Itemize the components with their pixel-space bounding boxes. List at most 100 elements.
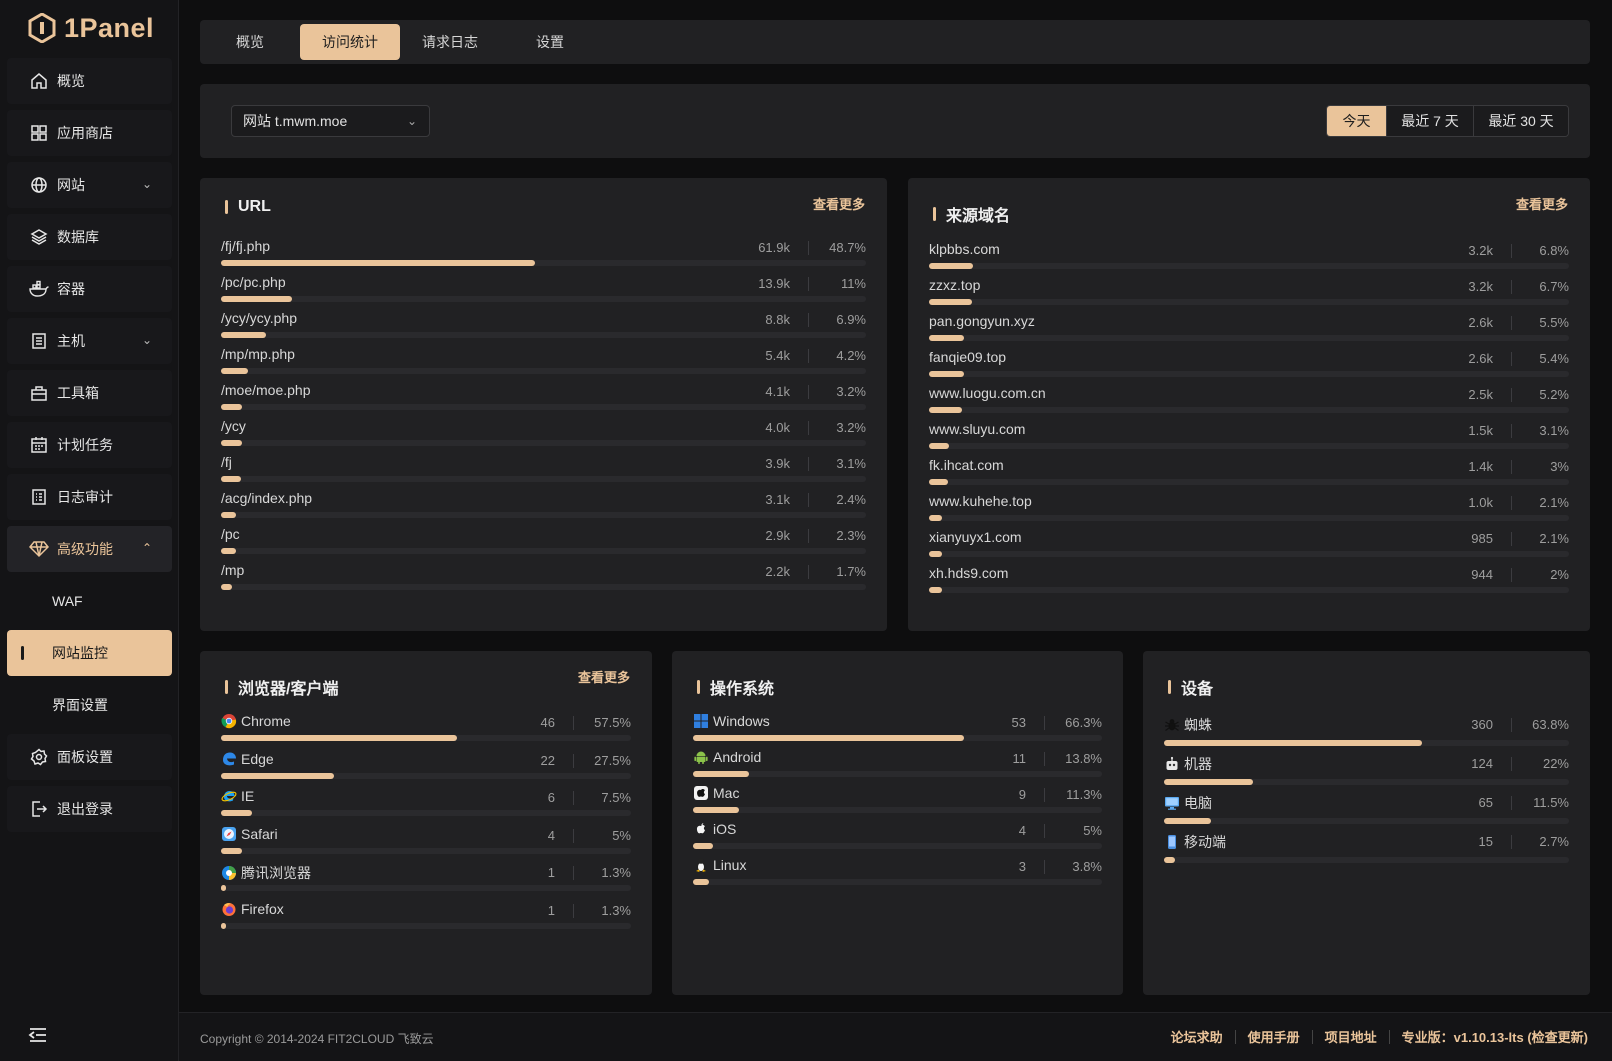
stat-row[interactable]: www.kuhehe.top 1.0k 2.1%: [929, 493, 1569, 529]
stat-label: xianyuyx1.com: [929, 529, 1022, 545]
sidebar-item-toolbox[interactable]: 工具箱: [7, 370, 172, 416]
stat-row[interactable]: /mp/mp.php 5.4k 4.2%: [221, 346, 866, 382]
stat-row[interactable]: IE 6 7.5%: [221, 788, 631, 826]
stat-row[interactable]: /fj/fj.php 61.9k 48.7%: [221, 238, 866, 274]
sidebar-item-cron[interactable]: 计划任务: [7, 422, 172, 468]
stat-count: 11: [1012, 751, 1027, 766]
progress-track: [1164, 779, 1569, 785]
sidebar-item-logout[interactable]: 退出登录: [7, 786, 172, 832]
site-select[interactable]: 网站 t.mwm.moe ⌄: [231, 105, 430, 137]
stat-percent: 11%: [840, 276, 866, 291]
stat-row[interactable]: xianyuyx1.com 985 2.1%: [929, 529, 1569, 565]
chrome-icon: [221, 713, 237, 729]
version-link[interactable]: v1.10.13-lts (检查更新): [1454, 1027, 1588, 1046]
sidebar-item-label: 网站监控: [52, 645, 108, 661]
tab-access-stats[interactable]: 访问统计: [300, 24, 400, 60]
manual-link[interactable]: 使用手册: [1248, 1027, 1300, 1046]
range-7d-button[interactable]: 最近 7 天: [1387, 106, 1474, 136]
stat-label-text: /ycy/ycy.php: [221, 310, 297, 326]
sidebar-item-panel-settings[interactable]: 面板设置: [7, 734, 172, 780]
divider: [1511, 835, 1512, 849]
date-range-group: 今天 最近 7 天 最近 30 天: [1326, 105, 1569, 137]
stat-row[interactable]: 机器 124 22%: [1164, 754, 1569, 793]
stat-row[interactable]: Firefox 1 1.3%: [221, 901, 631, 939]
sidebar-item-ui-settings[interactable]: 界面设置: [7, 682, 172, 728]
range-30d-button[interactable]: 最近 30 天: [1474, 106, 1568, 136]
stat-row[interactable]: Mac 9 11.3%: [693, 785, 1102, 821]
stat-row[interactable]: /ycy/ycy.php 8.8k 6.9%: [221, 310, 866, 346]
view-more-link[interactable]: 查看更多: [578, 667, 630, 686]
progress-track: [693, 735, 1102, 741]
sidebar-item-label: 计划任务: [57, 437, 113, 453]
stat-row[interactable]: fanqie09.top 2.6k 5.4%: [929, 349, 1569, 385]
stat-row[interactable]: 腾讯浏览器 1 1.3%: [221, 863, 631, 901]
stat-row[interactable]: xh.hds9.com 944 2%: [929, 565, 1569, 601]
stat-row[interactable]: Safari 4 5%: [221, 826, 631, 864]
progress-fill: [693, 843, 714, 849]
collapse-sidebar-icon[interactable]: [28, 1027, 48, 1045]
tab-overview[interactable]: 概览: [200, 24, 300, 60]
stat-count: 3: [1018, 859, 1026, 874]
sidebar-item-waf[interactable]: WAF: [7, 578, 172, 624]
stat-row[interactable]: 蜘蛛 360 63.8%: [1164, 715, 1569, 754]
sidebar-item-container[interactable]: 容器: [7, 266, 172, 312]
divider: [1511, 460, 1512, 474]
sidebar-item-label: 退出登录: [57, 801, 113, 817]
mobile-icon: [1164, 834, 1180, 850]
stat-row[interactable]: zzxz.top 3.2k 6.7%: [929, 277, 1569, 313]
view-more-link[interactable]: 查看更多: [813, 194, 865, 213]
progress-fill: [221, 260, 536, 266]
stat-row[interactable]: /pc 2.9k 2.3%: [221, 526, 866, 562]
range-today-button[interactable]: 今天: [1327, 106, 1387, 136]
stat-row[interactable]: /moe/moe.php 4.1k 3.2%: [221, 382, 866, 418]
tab-request-log[interactable]: 请求日志: [400, 24, 500, 60]
sidebar-item-database[interactable]: 数据库: [7, 214, 172, 260]
stat-row[interactable]: /mp 2.2k 1.7%: [221, 562, 866, 598]
logo[interactable]: 1Panel: [28, 8, 154, 48]
stat-row[interactable]: Linux 3 3.8%: [693, 857, 1102, 893]
stat-row[interactable]: Edge 22 27.5%: [221, 751, 631, 789]
stat-percent: 11.5%: [1533, 795, 1569, 810]
sidebar-item-host[interactable]: 主机 ⌄: [7, 318, 172, 364]
stat-row[interactable]: Chrome 46 57.5%: [221, 713, 631, 751]
stat-row[interactable]: 移动端 15 2.7%: [1164, 832, 1569, 871]
progress-track: [929, 515, 1569, 521]
progress-track: [221, 735, 631, 741]
stat-label-text: /fj/fj.php: [221, 238, 271, 254]
stat-row[interactable]: /acg/index.php 3.1k 2.4%: [221, 490, 866, 526]
stat-row[interactable]: 电脑 65 11.5%: [1164, 793, 1569, 832]
divider: [1044, 824, 1045, 838]
stat-row[interactable]: klpbbs.com 3.2k 6.8%: [929, 241, 1569, 277]
stat-row[interactable]: /fj 3.9k 3.1%: [221, 454, 866, 490]
sidebar-item-website[interactable]: 网站 ⌄: [7, 162, 172, 208]
device-panel: 设备 蜘蛛 360 63.8% 机器 124 22% 电脑 65 11.5% 移动端 15 2.7%: [1143, 651, 1590, 995]
stat-row[interactable]: www.luogu.com.cn 2.5k 5.2%: [929, 385, 1569, 421]
sidebar-item-advanced[interactable]: 高级功能 ⌃: [7, 526, 172, 572]
stat-label-text: Linux: [713, 857, 747, 873]
stat-row[interactable]: Android 11 13.8%: [693, 749, 1102, 785]
stat-row[interactable]: Windows 53 66.3%: [693, 713, 1102, 749]
stat-label: /acg/index.php: [221, 490, 312, 506]
divider: [808, 457, 809, 471]
toolbox-icon: [29, 383, 49, 403]
stat-row[interactable]: www.sluyu.com 1.5k 3.1%: [929, 421, 1569, 457]
sidebar-item-site-monitor[interactable]: 网站监控: [7, 630, 172, 676]
tab-settings[interactable]: 设置: [500, 24, 600, 60]
forum-link[interactable]: 论坛求助: [1171, 1027, 1223, 1046]
divider: [1044, 752, 1045, 766]
stat-row[interactable]: iOS 4 5%: [693, 821, 1102, 857]
stat-label: www.kuhehe.top: [929, 493, 1032, 509]
stat-row[interactable]: pan.gongyun.xyz 2.6k 5.5%: [929, 313, 1569, 349]
view-more-link[interactable]: 查看更多: [1516, 194, 1568, 213]
stat-count: 1.0k: [1468, 495, 1493, 510]
sidebar-item-overview[interactable]: 概览: [7, 58, 172, 104]
stat-label-text: /mp: [221, 562, 245, 578]
sidebar-item-app-store[interactable]: 应用商店: [7, 110, 172, 156]
progress-fill: [929, 479, 949, 485]
stat-row[interactable]: fk.ihcat.com 1.4k 3%: [929, 457, 1569, 493]
stat-row[interactable]: /pc/pc.php 13.9k 11%: [221, 274, 866, 310]
sidebar-item-log-audit[interactable]: 日志审计: [7, 474, 172, 520]
stat-row[interactable]: /ycy 4.0k 3.2%: [221, 418, 866, 454]
project-link[interactable]: 项目地址: [1325, 1027, 1377, 1046]
stat-count: 2.6k: [1468, 315, 1493, 330]
